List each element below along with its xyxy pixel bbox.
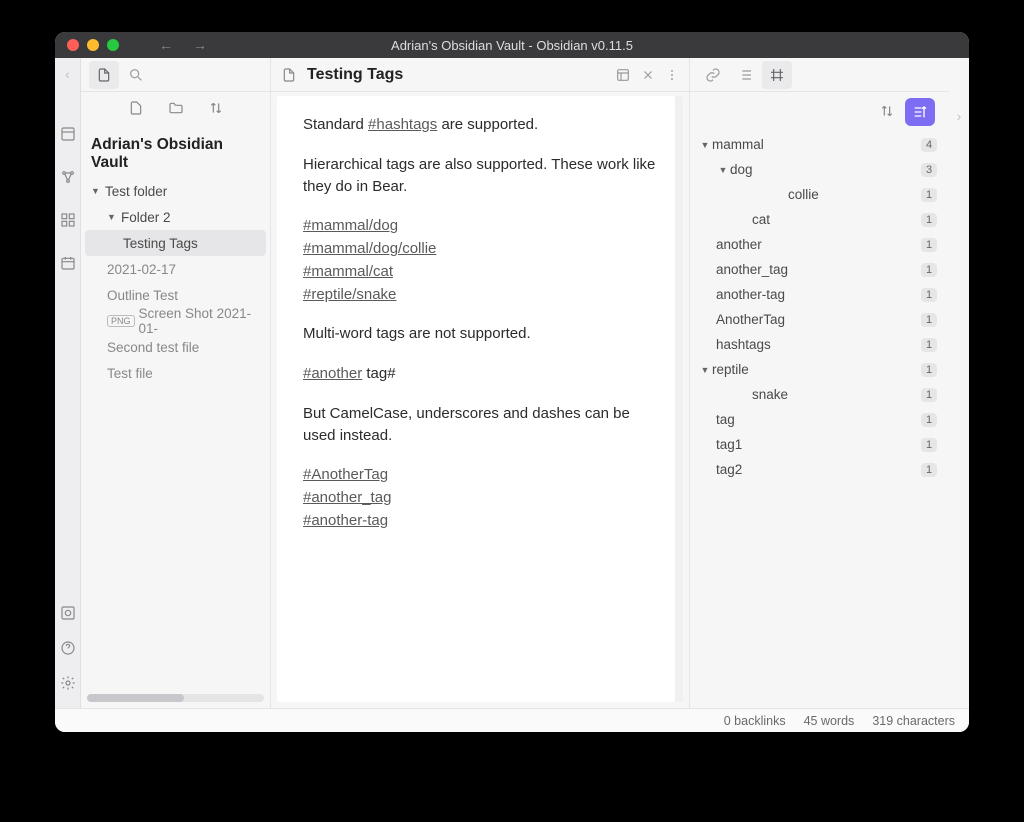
collapse-tags-button[interactable]: [905, 98, 935, 126]
outline-tab[interactable]: [730, 61, 760, 89]
collapse-right-icon[interactable]: ›: [949, 58, 969, 708]
hashtag-link[interactable]: #mammal/cat: [303, 261, 393, 283]
editor-pane: Testing Tags Standard #hashtags are supp…: [271, 58, 689, 708]
char-count: 319 characters: [872, 714, 955, 728]
files-tab[interactable]: [89, 61, 119, 89]
tag-pane-item[interactable]: another1: [698, 232, 941, 257]
hashtag-link[interactable]: #another_tag: [303, 487, 391, 509]
horizontal-scrollbar[interactable]: [87, 694, 264, 702]
nav-forward-button[interactable]: →: [193, 37, 207, 53]
quick-switcher-icon[interactable]: [60, 126, 76, 145]
paragraph: Multi-word tags are not supported.: [303, 323, 657, 345]
vault-icon[interactable]: [60, 605, 76, 624]
tag-pane-item[interactable]: hashtags1: [698, 332, 941, 357]
hashtag-link[interactable]: #AnotherTag: [303, 464, 388, 486]
tag-pane-item[interactable]: tag1: [698, 407, 941, 432]
close-window-button[interactable]: [67, 39, 79, 51]
close-pane-icon[interactable]: [641, 68, 655, 82]
file-explorer-sidebar: Adrian's Obsidian Vault ▼Test folder▼Fol…: [81, 58, 271, 708]
editor-body[interactable]: Standard #hashtags are supported. Hierar…: [277, 96, 683, 702]
paragraph: Hierarchical tags are also supported. Th…: [303, 154, 657, 198]
backlinks-count: 0 backlinks: [724, 714, 786, 728]
hashtag-link[interactable]: #another: [303, 365, 362, 382]
hashtag-link[interactable]: #hashtags: [368, 116, 437, 133]
chevron-left-icon[interactable]: ‹: [65, 66, 70, 82]
tag-pane-item[interactable]: snake1: [698, 382, 941, 407]
paragraph: But CamelCase, underscores and dashes ca…: [303, 403, 657, 447]
settings-icon[interactable]: [60, 675, 76, 694]
traffic-lights: [55, 39, 119, 51]
tag-pane-item[interactable]: another_tag1: [698, 257, 941, 282]
graph-icon[interactable]: [60, 169, 76, 188]
file-tree-item[interactable]: Outline Test: [85, 282, 266, 308]
tag-pane-item[interactable]: cat1: [698, 207, 941, 232]
tag-pane-item[interactable]: tag11: [698, 432, 941, 457]
tag-pane-tools: [690, 92, 949, 132]
new-folder-icon[interactable]: [168, 100, 184, 119]
minimize-window-button[interactable]: [87, 39, 99, 51]
hashtag-link[interactable]: #mammal/dog: [303, 215, 398, 237]
editor-header: Testing Tags: [271, 58, 689, 92]
file-tree-item[interactable]: Test file: [85, 360, 266, 386]
maximize-window-button[interactable]: [107, 39, 119, 51]
hashtag-link[interactable]: #another-tag: [303, 510, 388, 532]
tag-pane-item[interactable]: another-tag1: [698, 282, 941, 307]
tag-pane-item[interactable]: ▼reptile1: [698, 357, 941, 382]
left-ribbon: ‹: [55, 58, 81, 708]
paragraph: Standard #hashtags are supported.: [303, 114, 657, 136]
hashtag-link[interactable]: #mammal/dog/collie: [303, 238, 436, 260]
file-explorer-tools: [81, 92, 270, 128]
right-sidebar: ▼mammal4▼dog3collie1cat1another1another_…: [689, 58, 949, 708]
vault-title: Adrian's Obsidian Vault: [81, 128, 270, 178]
file-tree-item[interactable]: ▼Test folder: [85, 178, 266, 204]
backlinks-tab[interactable]: [698, 61, 728, 89]
nav-back-button[interactable]: ←: [159, 37, 173, 53]
left-sidebar-tabs: [81, 58, 270, 92]
new-note-icon[interactable]: [128, 100, 144, 119]
hashtag-link[interactable]: #reptile/snake: [303, 284, 396, 306]
sort-tags-icon[interactable]: [879, 103, 895, 122]
preview-mode-icon[interactable]: [615, 67, 631, 83]
note-icon: [281, 67, 297, 83]
word-count: 45 words: [804, 714, 855, 728]
sort-icon[interactable]: [208, 100, 224, 119]
main-area: ‹ Adrian's Obsidian Vault ▼Tes: [55, 58, 969, 708]
search-tab[interactable]: [121, 61, 151, 89]
file-tree-item[interactable]: Second test file: [85, 334, 266, 360]
tag-pane-item[interactable]: AnotherTag1: [698, 307, 941, 332]
status-bar: 0 backlinks 45 words 319 characters: [55, 708, 969, 732]
file-tree: ▼Test folder▼Folder 2Testing Tags2021-02…: [81, 178, 270, 690]
daily-note-icon[interactable]: [60, 255, 76, 274]
file-tree-item[interactable]: ▼Folder 2: [85, 204, 266, 230]
file-tree-item[interactable]: PNGScreen Shot 2021-01-: [85, 308, 266, 334]
help-icon[interactable]: [60, 640, 76, 659]
tag-pane-item[interactable]: tag21: [698, 457, 941, 482]
tag-pane-list: ▼mammal4▼dog3collie1cat1another1another_…: [690, 132, 949, 708]
tag-pane-item[interactable]: ▼dog3: [698, 157, 941, 182]
app-window: ← → Adrian's Obsidian Vault - Obsidian v…: [55, 32, 969, 732]
right-sidebar-tabs: [690, 58, 949, 92]
paragraph: #another tag#: [303, 363, 657, 385]
note-title[interactable]: Testing Tags: [307, 66, 605, 84]
canvas-icon[interactable]: [60, 212, 76, 231]
tag-list: #mammal/dog#mammal/dog/collie#mammal/cat…: [303, 215, 657, 305]
file-tree-item[interactable]: Testing Tags: [85, 230, 266, 256]
tag-pane-item[interactable]: ▼mammal4: [698, 132, 941, 157]
tag-list: #AnotherTag#another_tag#another-tag: [303, 464, 657, 531]
file-tree-item[interactable]: 2021-02-17: [85, 256, 266, 282]
nav-arrows: ← →: [159, 37, 207, 53]
tags-tab[interactable]: [762, 61, 792, 89]
titlebar: ← → Adrian's Obsidian Vault - Obsidian v…: [55, 32, 969, 58]
tag-pane-item[interactable]: collie1: [698, 182, 941, 207]
more-options-icon[interactable]: [665, 68, 679, 82]
